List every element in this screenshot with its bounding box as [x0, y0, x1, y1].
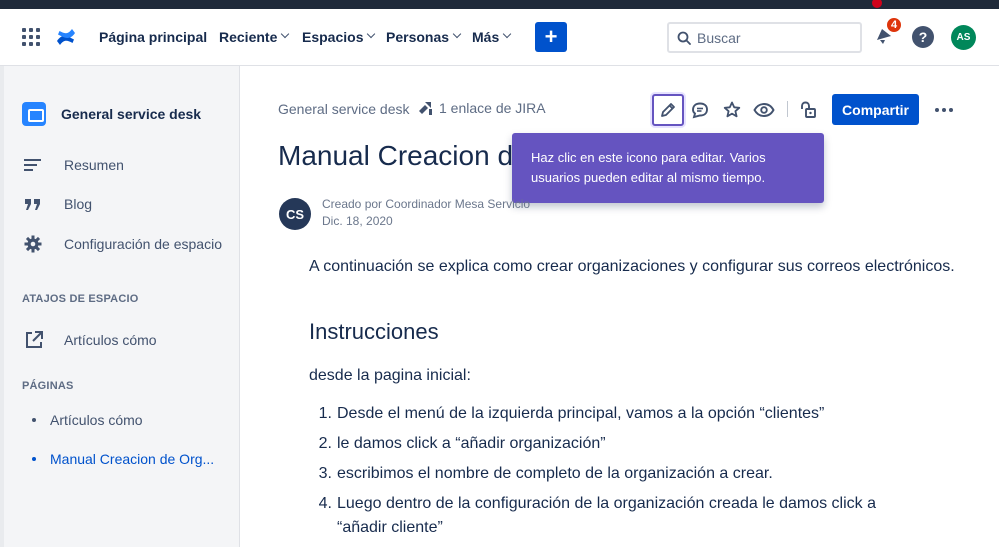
- nav-recent-dropdown[interactable]: Reciente: [219, 9, 290, 65]
- share-button[interactable]: Compartir: [832, 94, 919, 125]
- sidebar-shortcut-articles[interactable]: Artículos cómo: [24, 330, 157, 350]
- bullet-icon: [32, 418, 36, 422]
- nav-people-dropdown[interactable]: Personas: [386, 9, 462, 65]
- dot-icon: [949, 108, 953, 112]
- search-field[interactable]: [667, 22, 862, 53]
- apps-grid-icon[interactable]: [22, 9, 44, 65]
- chevron-down-icon: [367, 29, 376, 39]
- edit-button[interactable]: [652, 94, 684, 126]
- restrictions-button[interactable]: [792, 94, 824, 126]
- jira-links-label: 1 enlace de JIRA: [439, 100, 546, 116]
- section-heading: Instrucciones: [309, 319, 439, 344]
- list-item-text: escribimos el nombre de completo de la o…: [337, 465, 773, 482]
- dot-icon: [942, 108, 946, 112]
- confluence-logo-icon[interactable]: [55, 9, 79, 65]
- list-item: 1. Desde el menú de la izquierda princip…: [309, 402, 949, 426]
- nav-home-link[interactable]: Página principal: [99, 9, 207, 65]
- list-item-number: 3.: [318, 465, 332, 482]
- user-avatar[interactable]: AS: [951, 25, 976, 50]
- summary-icon: [24, 158, 48, 172]
- breadcrumb-space-link[interactable]: General service desk: [278, 101, 410, 117]
- watch-button[interactable]: [748, 94, 780, 126]
- sidebar-item-label: Resumen: [64, 157, 124, 173]
- page-tree-item-selected[interactable]: Manual Creacion de Org...: [32, 451, 214, 467]
- browser-top-strip: [0, 0, 999, 9]
- nav-spaces-dropdown[interactable]: Espacios: [302, 9, 376, 65]
- space-name: General service desk: [61, 106, 202, 122]
- page-tree-item[interactable]: Artículos cómo: [32, 412, 143, 428]
- chevron-down-icon: [281, 29, 290, 39]
- chevron-down-icon: [452, 29, 462, 39]
- page-body: A continuación se explica como crear org…: [309, 255, 969, 279]
- page-title: Manual Creacion de: [278, 140, 512, 171]
- nav-more-dropdown[interactable]: Más: [472, 9, 512, 65]
- nav-recent-label: Reciente: [219, 29, 278, 45]
- intro-paragraph: A continuación se explica como crear org…: [309, 258, 955, 275]
- space-icon: [22, 102, 46, 126]
- top-navigation-bar: Página principal Reciente Espacios Perso…: [0, 9, 999, 66]
- jira-links-button[interactable]: 1 enlace de JIRA: [417, 99, 546, 117]
- quote-icon: [24, 197, 48, 211]
- steps-list: 1. Desde el menú de la izquierda princip…: [309, 402, 949, 546]
- sidebar-item-summary[interactable]: Resumen: [24, 157, 124, 173]
- comment-icon: [692, 102, 708, 119]
- list-item-text: le damos click a “añadir organización”: [337, 435, 606, 452]
- help-label: ?: [918, 29, 928, 45]
- star-button[interactable]: [716, 94, 748, 126]
- search-icon: [677, 31, 691, 45]
- external-link-icon: [24, 330, 48, 350]
- space-header-link[interactable]: General service desk: [22, 102, 201, 126]
- unlock-icon: [801, 101, 816, 118]
- list-item: 3. escribimos el nombre de completo de l…: [309, 462, 949, 486]
- nav-spaces-label: Espacios: [302, 29, 364, 45]
- help-icon[interactable]: ?: [912, 26, 934, 48]
- author-initials: CS: [285, 206, 305, 222]
- sidebar-item-label: Artículos cómo: [64, 332, 157, 348]
- nav-more-label: Más: [472, 29, 500, 45]
- notification-button[interactable]: 4: [874, 17, 902, 49]
- list-item-number: 2.: [318, 435, 332, 452]
- more-actions-button[interactable]: [930, 96, 958, 124]
- comment-button[interactable]: [684, 94, 716, 126]
- list-item-text: Desde el menú de la izquierda principal,…: [337, 405, 825, 422]
- dot-icon: [935, 108, 939, 112]
- created-date-text: Dic. 18, 2020: [322, 214, 393, 228]
- space-sidebar: General service desk Resumen Blog Config…: [0, 66, 240, 547]
- browser-indicator-dot: [872, 0, 882, 8]
- sidebar-section-shortcuts: ATAJOS DE ESPACIO: [22, 293, 139, 305]
- star-icon: [723, 101, 741, 118]
- pencil-icon: [661, 103, 675, 117]
- gear-icon: [24, 235, 48, 253]
- list-item-text: Luego dentro de la configuración de la o…: [337, 495, 877, 536]
- list-item-number: 1.: [318, 405, 332, 422]
- page-tree-item-label: Manual Creacion de Org...: [50, 451, 215, 467]
- sidebar-item-blog[interactable]: Blog: [24, 196, 92, 212]
- author-avatar[interactable]: CS: [279, 198, 311, 230]
- sidebar-item-space-settings[interactable]: Configuración de espacio: [24, 235, 222, 253]
- search-input[interactable]: [697, 29, 847, 46]
- nav-home-label: Página principal: [99, 29, 208, 45]
- page-byline: Creado por Coordinador Mesa Servicio Dic…: [322, 196, 530, 230]
- chevron-down-icon: [502, 29, 512, 39]
- notification-count-badge: 4: [886, 17, 902, 33]
- create-button[interactable]: +: [535, 22, 567, 52]
- list-item: 2. le damos click a “añadir organización…: [309, 432, 949, 456]
- list-item: 4. Luego dentro de la configuración de l…: [309, 492, 949, 540]
- plus-icon: +: [544, 24, 558, 49]
- eye-icon: [753, 103, 775, 117]
- jira-icon: [417, 99, 435, 117]
- edit-tooltip: Haz clic en este icono para editar. Vari…: [512, 133, 824, 203]
- user-initials: AS: [956, 32, 971, 43]
- sidebar-item-label: Blog: [64, 196, 93, 212]
- created-by-text: Creado por Coordinador Mesa Servicio: [322, 197, 531, 211]
- sidebar-section-pages: PÁGINAS: [22, 380, 74, 392]
- nav-people-label: Personas: [386, 29, 450, 45]
- sidebar-item-label: Configuración de espacio: [64, 236, 222, 252]
- section-subheading: desde la pagina inicial:: [309, 367, 471, 384]
- list-item-number: 4.: [318, 495, 332, 512]
- bullet-icon: [32, 457, 36, 461]
- toolbar-divider: [787, 101, 788, 117]
- page-tree-item-label: Artículos cómo: [50, 412, 143, 428]
